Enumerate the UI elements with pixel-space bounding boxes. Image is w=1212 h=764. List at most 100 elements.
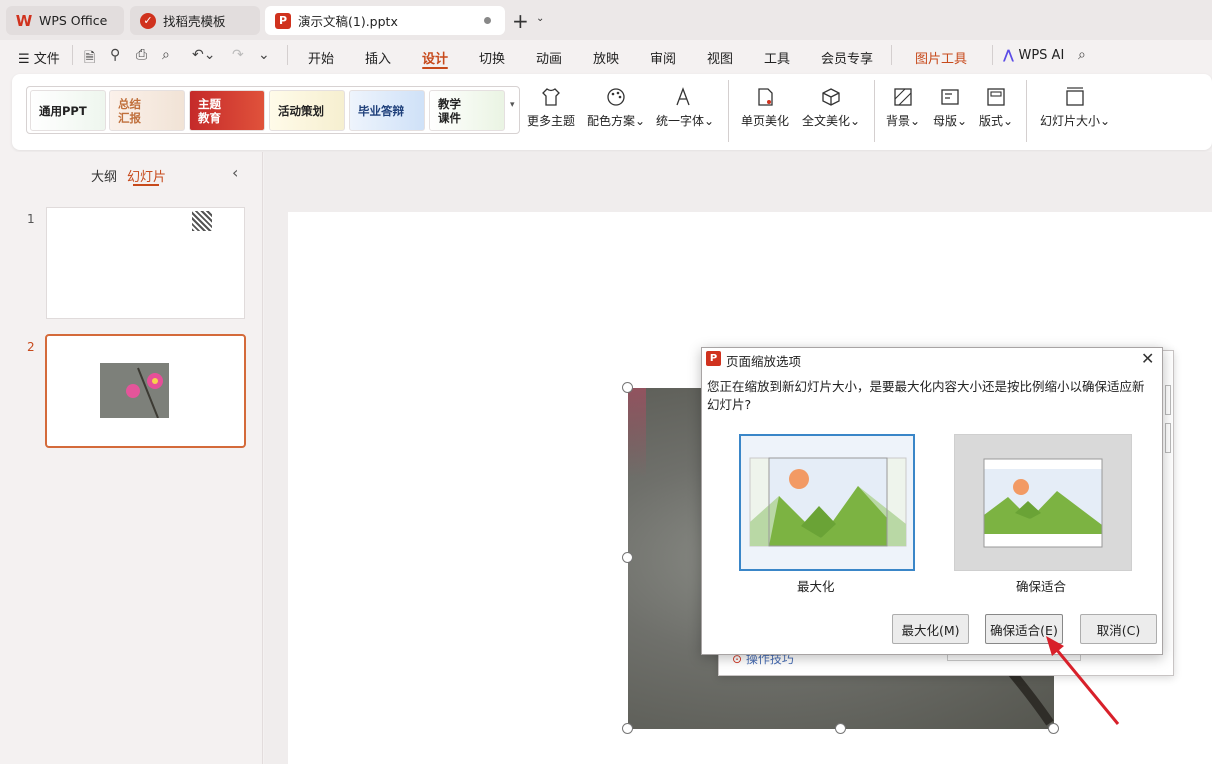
tab-list-chevron-icon[interactable]: ⌄ (536, 13, 544, 24)
wps-ai-icon: ⋀ (1003, 48, 1019, 63)
new-tab-plus-icon[interactable]: + (512, 9, 529, 33)
button-label: 全文美化 (802, 114, 851, 128)
resize-handle[interactable] (835, 723, 846, 734)
slide-thumbnail-2[interactable] (45, 334, 246, 448)
wps-logo-icon: W (15, 11, 33, 30)
chevron-down-icon: ⌄ (957, 114, 968, 128)
redo-icon[interactable]: ↷ (232, 47, 244, 63)
menu-animations[interactable]: 动画 (536, 48, 562, 67)
chevron-down-icon: ⌄ (910, 114, 921, 128)
red-arrow-annotation (1046, 636, 1120, 725)
tab-templates[interactable]: ✓ 找稻壳模板 (130, 6, 260, 35)
layout-icon (987, 88, 1005, 106)
resize-handle[interactable] (622, 723, 633, 734)
undo-icon[interactable]: ↶⌄ (192, 47, 215, 63)
theme-thumb-graduation[interactable]: 毕业答辩 (349, 90, 425, 131)
slide-thumbnail-1[interactable] (46, 207, 245, 319)
button-label: 背景 (886, 114, 911, 128)
menu-member[interactable]: 会员专享 (821, 48, 873, 67)
layout-button[interactable]: 版式⌄ (979, 86, 1013, 129)
menu-home[interactable]: 开始 (308, 48, 334, 67)
theme-thumb-summary[interactable]: 总结汇报 (109, 90, 185, 131)
menu-design[interactable]: 设计 (422, 48, 448, 67)
button-label: 统一字体 (656, 114, 705, 128)
menu-slideshow[interactable]: 放映 (593, 48, 619, 67)
unsaved-dot-icon (484, 17, 491, 24)
file-label: 文件 (33, 52, 60, 67)
theme-thumb-teaching[interactable]: 教学课件 (429, 90, 505, 131)
quick-access-chevron-icon[interactable]: ⌄ (258, 47, 270, 63)
tab-label: 找稻壳模板 (163, 14, 226, 29)
unify-font-button[interactable]: 统一字体⌄ (656, 86, 714, 129)
maximize-illustration (749, 457, 907, 547)
divider (992, 45, 993, 65)
menu-tools[interactable]: 工具 (764, 48, 790, 67)
chevron-down-icon: ⌄ (704, 114, 715, 128)
input-edge (1165, 385, 1171, 415)
chevron-down-icon: ⌄ (1100, 114, 1111, 128)
background-button[interactable]: 背景⌄ (886, 86, 920, 129)
menu-picture-tools[interactable]: 图片工具 (915, 48, 967, 67)
font-icon (676, 87, 690, 106)
button-label: 母版 (933, 114, 958, 128)
divider (891, 45, 892, 65)
hamburger-icon: ☰ (18, 52, 34, 67)
divider (1026, 80, 1027, 142)
theme-label: 主题教育 (198, 96, 221, 125)
tab-label: 演示文稿(1).pptx (298, 14, 398, 29)
more-themes-button[interactable]: 更多主题 (527, 86, 575, 129)
option-maximize[interactable] (739, 434, 915, 571)
divider (874, 80, 875, 142)
divider (728, 80, 729, 142)
menu-view[interactable]: 视图 (707, 48, 733, 67)
shirt-icon (542, 88, 560, 106)
theme-thumb-general[interactable]: 通用PPT (30, 90, 106, 131)
option-fit-label: 确保适合 (1016, 579, 1067, 594)
divider (287, 45, 288, 65)
theme-thumb-event[interactable]: 活动策划 (269, 90, 345, 131)
tab-label: WPS Office (39, 13, 108, 28)
maximize-button[interactable]: 最大化(M) (892, 614, 969, 644)
tab-outline[interactable]: 大纲 (91, 166, 117, 185)
menu-transitions[interactable]: 切换 (479, 48, 505, 67)
color-scheme-button[interactable]: 配色方案⌄ (587, 86, 645, 129)
search-icon[interactable]: ⌕ (1078, 47, 1086, 63)
share-icon[interactable]: ⚲ (110, 47, 120, 63)
print-icon[interactable]: ⎙ (136, 47, 147, 63)
gallery-expand-icon[interactable]: ▾ (510, 100, 515, 110)
active-tab-indicator (422, 67, 448, 69)
resize-handle[interactable] (622, 552, 633, 563)
slide-size-button[interactable]: 幻灯片大小⌄ (1040, 86, 1110, 129)
tab-document[interactable]: P 演示文稿(1).pptx (265, 6, 505, 35)
divider (72, 45, 73, 65)
button-label: 更多主题 (527, 114, 576, 128)
resize-handle[interactable] (622, 382, 633, 393)
wps-presentation-icon: P (706, 351, 721, 366)
print-preview-icon[interactable]: ⌕ (162, 47, 170, 63)
file-menu[interactable]: ☰ 文件 (18, 48, 60, 67)
button-label: 配色方案 (587, 114, 636, 128)
menu-wps-ai[interactable]: ⋀ WPS AI (1003, 48, 1064, 63)
menu-insert[interactable]: 插入 (365, 48, 391, 67)
dialog-title: 页面缩放选项 (726, 354, 802, 369)
menu-review[interactable]: 审阅 (650, 48, 676, 67)
qr-code-icon (192, 211, 212, 231)
tab-slides[interactable]: 幻灯片 (127, 166, 166, 185)
page-beautify-button[interactable]: 单页美化 (741, 86, 789, 129)
pptx-file-icon: P (275, 12, 291, 29)
master-button[interactable]: 母版⌄ (933, 86, 967, 129)
master-icon (941, 89, 959, 105)
tab-wps-office[interactable]: W WPS Office (6, 6, 124, 35)
slide-number: 2 (27, 340, 35, 354)
close-icon[interactable]: ✕ (1141, 349, 1154, 368)
theme-thumb-education[interactable]: 主题教育 (189, 90, 265, 131)
save-icon[interactable]: 🗎 (84, 47, 95, 71)
cube-icon (822, 88, 840, 106)
collapse-panel-icon[interactable]: ‹ (232, 163, 238, 182)
slide-size-icon (1066, 87, 1084, 106)
palette-icon (607, 88, 625, 106)
template-logo-icon: ✓ (140, 12, 156, 29)
theme-label: 总结汇报 (118, 96, 141, 125)
full-beautify-button[interactable]: 全文美化⌄ (802, 86, 860, 129)
option-fit[interactable] (954, 434, 1132, 571)
